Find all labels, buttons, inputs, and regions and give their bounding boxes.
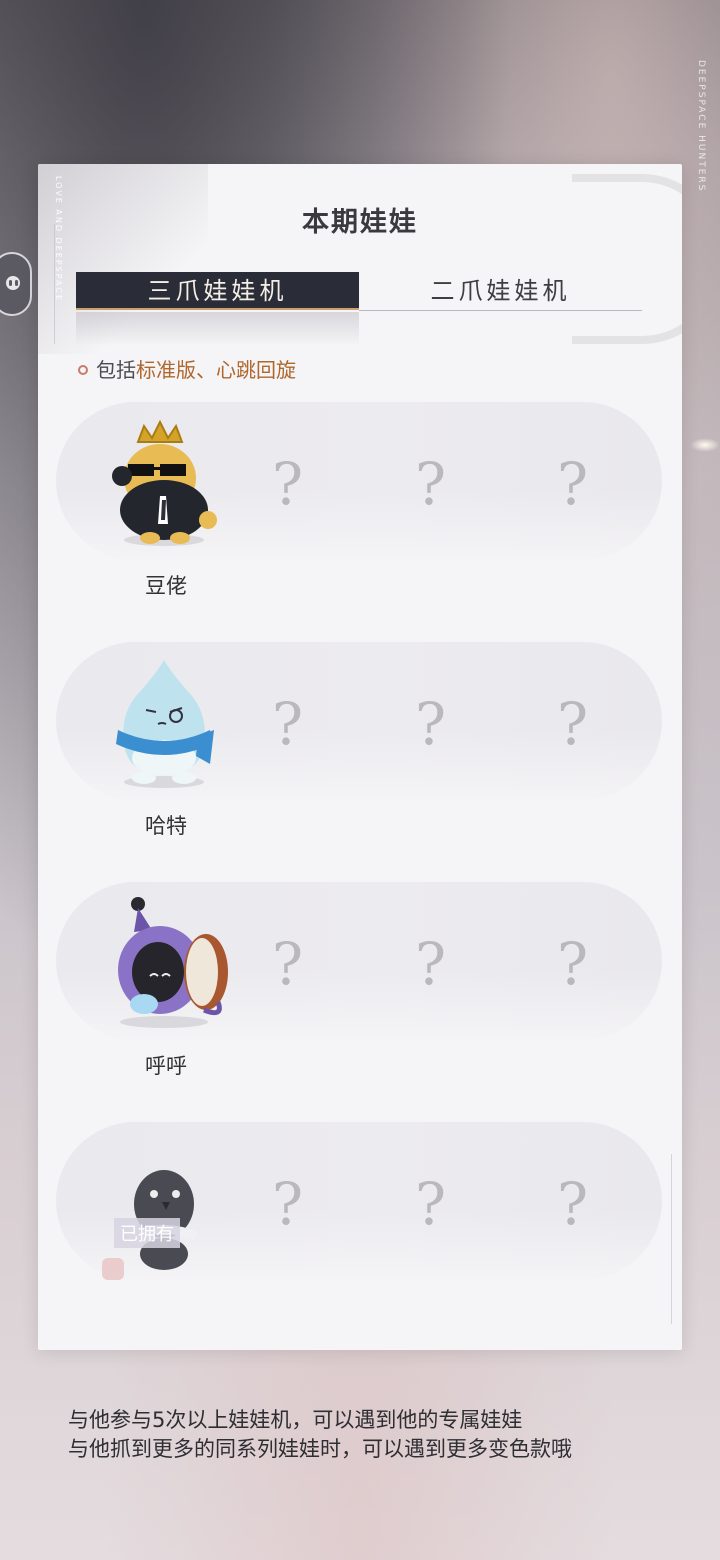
- footer-line-2: 与他抓到更多的同系列娃娃时，可以遇到更多变色款哦: [68, 1437, 572, 1461]
- locked-doll-question-icon[interactable]: ?: [557, 690, 588, 758]
- modal-left-rule: [54, 224, 55, 344]
- includes-note: 包括标准版、心跳回旋: [78, 354, 296, 383]
- tab-underline: [359, 310, 642, 311]
- active-tab-glow: [76, 312, 359, 346]
- doll-row: 哈特 ? ? ?: [56, 642, 662, 838]
- modal-decoration-text: LOVE AND DEEPSPACE: [54, 176, 63, 303]
- doll-row: 已拥有 ? ? ?: [56, 1122, 662, 1280]
- locked-doll-question-icon[interactable]: ?: [415, 450, 446, 518]
- locked-doll-question-icon[interactable]: ?: [272, 1170, 303, 1238]
- locked-doll-question-icon[interactable]: ?: [557, 1170, 588, 1238]
- doll-pigeon-image[interactable]: [94, 1132, 234, 1272]
- claw-machine-tabs: 三爪娃娃机 二爪娃娃机: [76, 272, 642, 346]
- doll-row: 豆佬 ? ? ?: [56, 402, 662, 598]
- locked-doll-question-icon[interactable]: ?: [272, 450, 303, 518]
- note-prefix: 包括: [96, 358, 136, 382]
- locked-doll-question-icon[interactable]: ?: [557, 930, 588, 998]
- footer-line-1: 与他参与5次以上娃娃机，可以遇到他的专属娃娃: [68, 1408, 523, 1432]
- doll-doulao-image[interactable]: [94, 412, 234, 552]
- doll-name: 哈特: [145, 814, 187, 838]
- owned-badge: 已拥有: [114, 1218, 180, 1248]
- locked-doll-question-icon[interactable]: ?: [415, 690, 446, 758]
- doll-hate-image[interactable]: [94, 652, 234, 792]
- locked-doll-question-icon[interactable]: ?: [272, 690, 303, 758]
- owned-badge-icon: [102, 1258, 124, 1280]
- locked-doll-question-icon[interactable]: ?: [272, 930, 303, 998]
- doll-collection-modal: LOVE AND DEEPSPACE 本期娃娃 三爪娃娃机 二爪娃娃机 包括标准…: [38, 164, 682, 1350]
- modal-title: 本期娃娃: [302, 207, 418, 238]
- locked-doll-question-icon[interactable]: ?: [415, 930, 446, 998]
- note-highlight: 标准版、心跳回旋: [136, 358, 296, 382]
- footer-hint: 与他参与5次以上娃娃机，可以遇到他的专属娃娃 与他抓到更多的同系列娃娃时，可以遇…: [68, 1406, 572, 1464]
- tab-two-claw[interactable]: 二爪娃娃机: [359, 272, 642, 310]
- doll-name: 豆佬: [145, 574, 187, 598]
- brand-vertical-text: DEEPSPACE HUNTERS: [696, 60, 706, 193]
- modal-right-rule: [671, 1154, 672, 1324]
- bullet-dot-icon: [78, 364, 88, 375]
- locked-doll-question-icon[interactable]: ?: [415, 1170, 446, 1238]
- tab-three-claw[interactable]: 三爪娃娃机: [76, 272, 359, 310]
- doll-name: 呼呼: [145, 1054, 187, 1078]
- locked-doll-question-icon[interactable]: ?: [557, 450, 588, 518]
- side-chat-bubble-button[interactable]: [0, 252, 32, 316]
- doll-row: 呼呼 ? ? ?: [56, 882, 662, 1078]
- sparkle-decoration: [690, 438, 720, 452]
- doll-huhu-image[interactable]: [94, 892, 234, 1032]
